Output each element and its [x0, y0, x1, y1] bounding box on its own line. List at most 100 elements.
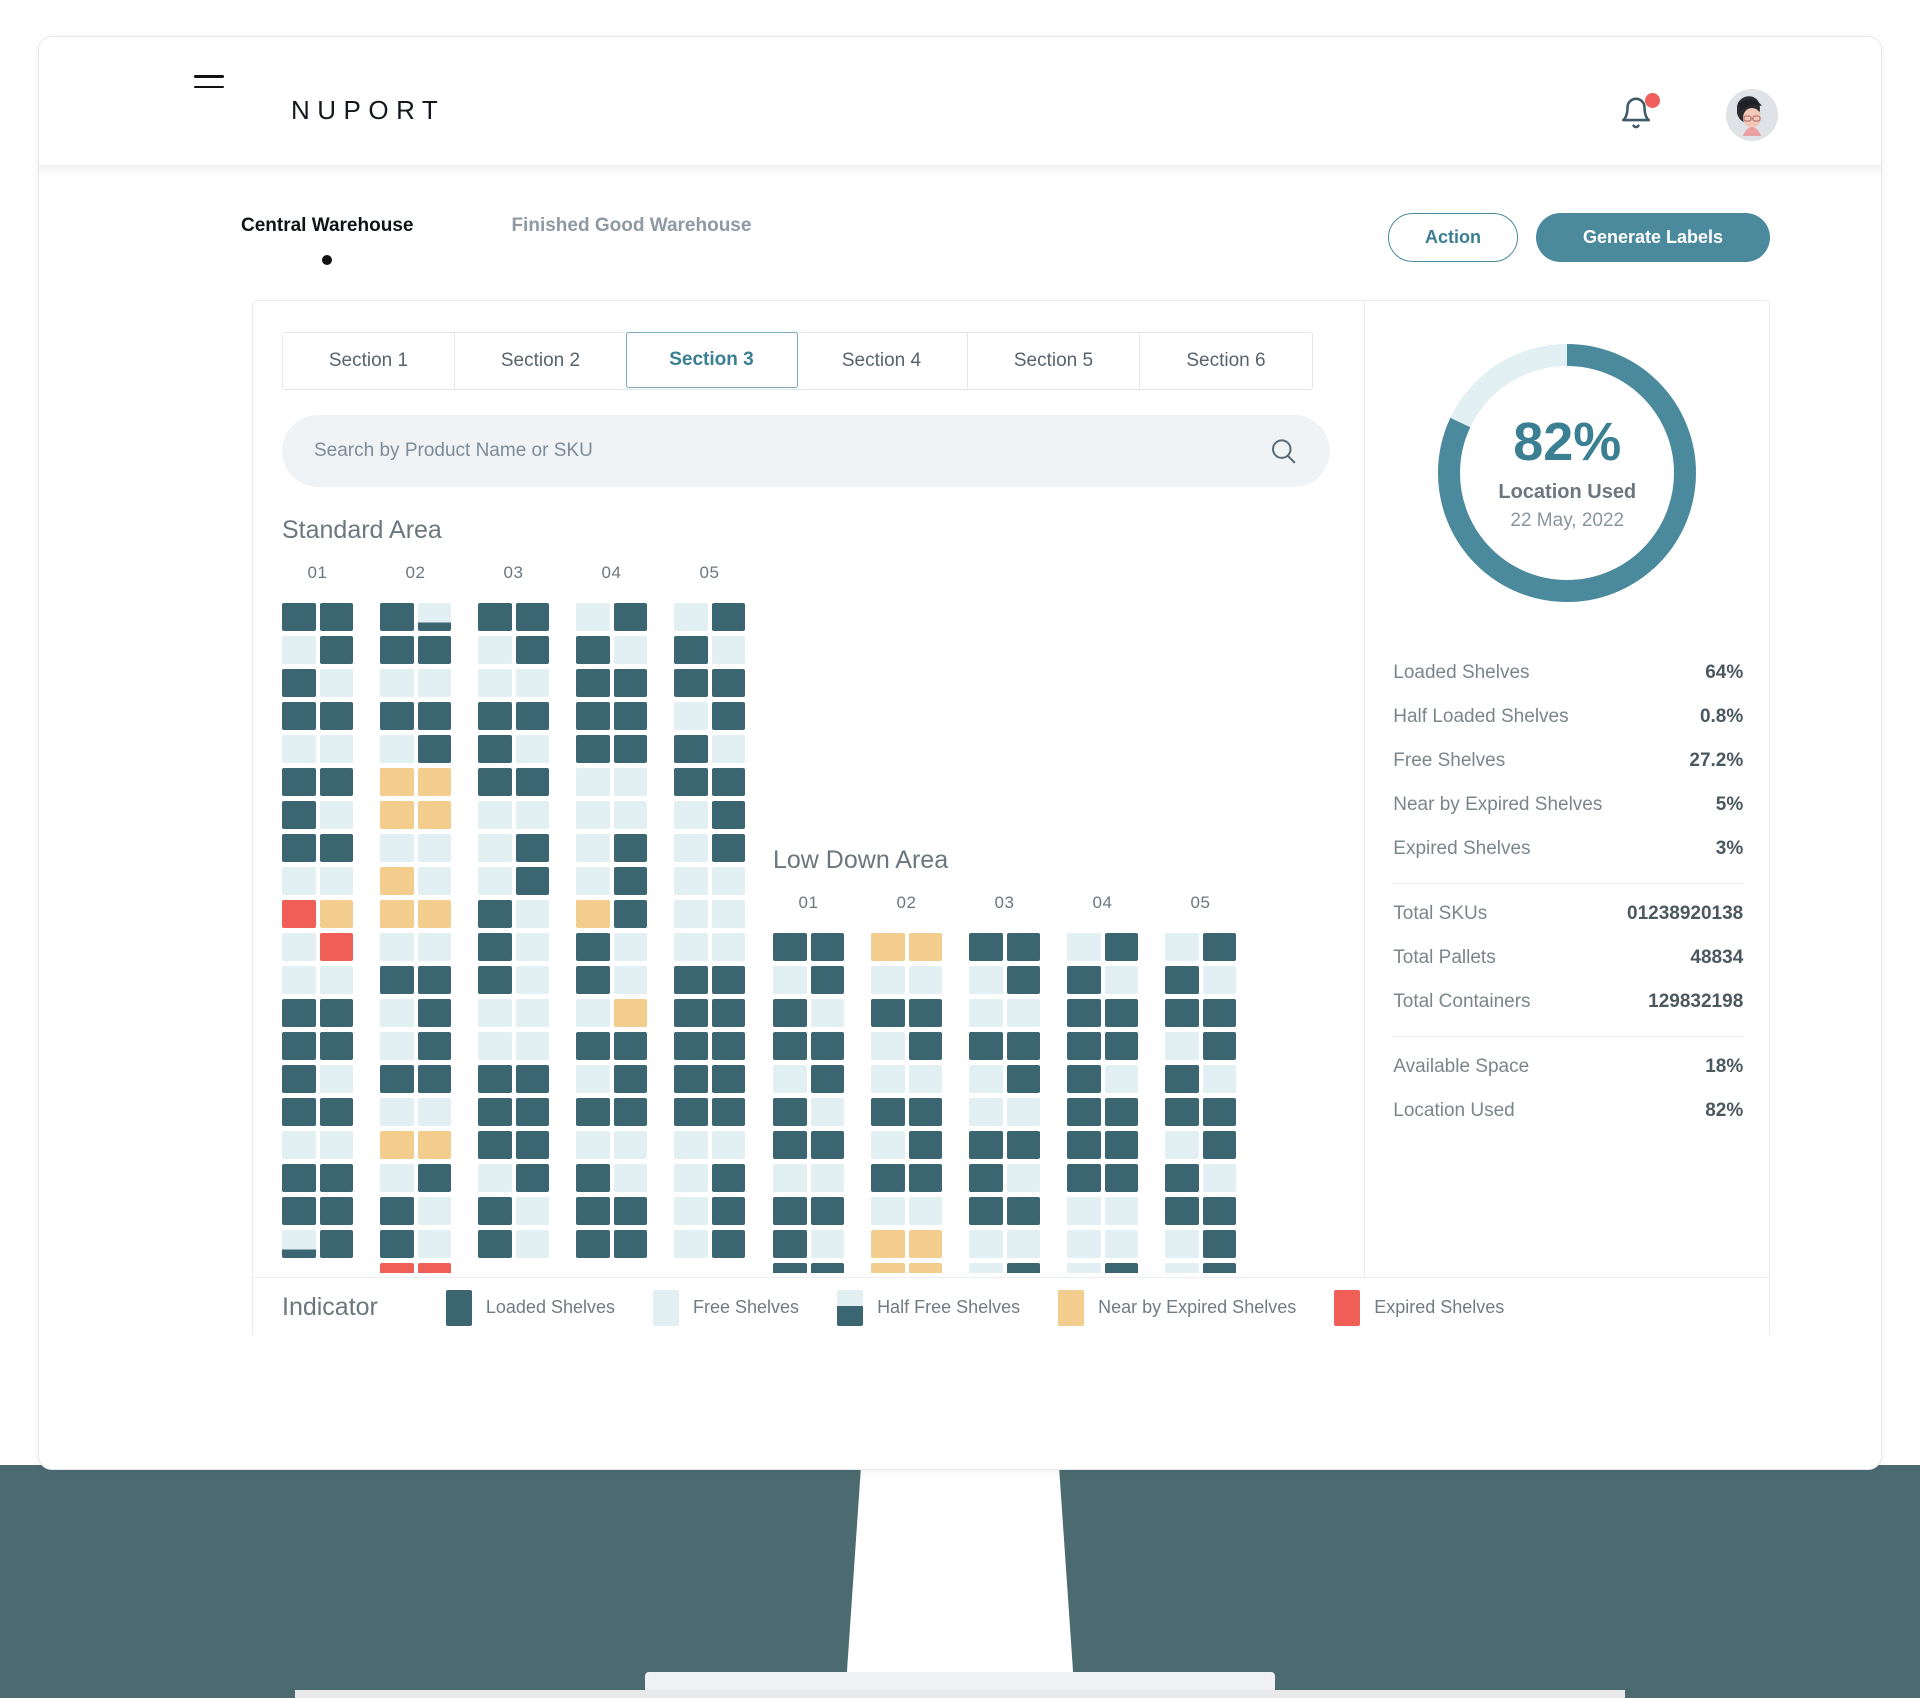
shelf-cell-near[interactable]	[908, 1263, 942, 1273]
shelf-cell-loaded[interactable]	[1202, 999, 1236, 1027]
shelf-cell-loaded[interactable]	[773, 933, 807, 961]
shelf-cell-near[interactable]	[871, 1263, 905, 1273]
shelf-cell-free[interactable]	[969, 1065, 1003, 1093]
shelf-cell-loaded[interactable]	[1104, 999, 1138, 1027]
shelf-cell-expired[interactable]	[319, 933, 353, 961]
shelf-cell-loaded[interactable]	[1067, 999, 1101, 1027]
shelf-cell-loaded[interactable]	[908, 1131, 942, 1159]
shelf-cell-free[interactable]	[515, 1197, 549, 1225]
shelf-cell-free[interactable]	[515, 999, 549, 1027]
shelf-cell-loaded[interactable]	[711, 1032, 745, 1060]
shelf-cell-loaded[interactable]	[1202, 1131, 1236, 1159]
shelf-cell-free[interactable]	[1006, 1098, 1040, 1126]
shelf-cell-expired[interactable]	[417, 1263, 451, 1273]
shelf-cell-loaded[interactable]	[674, 966, 708, 994]
shelf-cell-loaded[interactable]	[417, 1164, 451, 1192]
tab-section-3[interactable]: Section 3	[625, 331, 798, 388]
shelf-cell-free[interactable]	[282, 735, 316, 763]
shelf-cell-loaded[interactable]	[576, 702, 610, 730]
shelf-cell-free[interactable]	[417, 1197, 451, 1225]
shelf-cell-free[interactable]	[613, 933, 647, 961]
shelf-cell-loaded[interactable]	[515, 636, 549, 664]
shelf-cell-loaded[interactable]	[319, 1230, 353, 1258]
shelf-cell-near[interactable]	[871, 1230, 905, 1258]
shelf-cell-loaded[interactable]	[773, 1197, 807, 1225]
shelf-cell-free[interactable]	[417, 867, 451, 895]
shelf-cell-free[interactable]	[515, 669, 549, 697]
shelf-cell-free[interactable]	[613, 966, 647, 994]
shelf-cell-free[interactable]	[282, 867, 316, 895]
shelf-cell-loaded[interactable]	[810, 966, 844, 994]
shelf-cell-loaded[interactable]	[810, 1065, 844, 1093]
shelf-cell-loaded[interactable]	[478, 702, 512, 730]
shelf-cell-free[interactable]	[871, 966, 905, 994]
shelf-cell-loaded[interactable]	[478, 966, 512, 994]
shelf-cell-free[interactable]	[282, 933, 316, 961]
shelf-cell-loaded[interactable]	[711, 966, 745, 994]
shelf-cell-loaded[interactable]	[613, 1032, 647, 1060]
shelf-cell-free[interactable]	[576, 1131, 610, 1159]
shelf-cell-loaded[interactable]	[282, 702, 316, 730]
shelf-cell-free[interactable]	[674, 702, 708, 730]
shelf-cell-loaded[interactable]	[417, 702, 451, 730]
shelf-cell-free[interactable]	[515, 735, 549, 763]
avatar[interactable]	[1726, 89, 1778, 141]
shelf-cell-loaded[interactable]	[515, 1131, 549, 1159]
shelf-cell-loaded[interactable]	[282, 603, 316, 631]
shelf-cell-loaded[interactable]	[674, 669, 708, 697]
shelf-cell-loaded[interactable]	[319, 1164, 353, 1192]
shelf-cell-loaded[interactable]	[711, 1098, 745, 1126]
shelf-cell-loaded[interactable]	[1104, 1131, 1138, 1159]
shelf-cell-loaded[interactable]	[282, 1065, 316, 1093]
tab-section-4[interactable]: Section 4	[796, 333, 968, 389]
shelf-cell-loaded[interactable]	[515, 768, 549, 796]
shelf-cell-free[interactable]	[319, 1131, 353, 1159]
shelf-cell-free[interactable]	[1104, 966, 1138, 994]
shelf-cell-loaded[interactable]	[319, 702, 353, 730]
shelf-cell-free[interactable]	[1067, 1230, 1101, 1258]
shelf-cell-free[interactable]	[478, 1164, 512, 1192]
shelf-cell-loaded[interactable]	[576, 1197, 610, 1225]
shelf-cell-loaded[interactable]	[319, 603, 353, 631]
shelf-cell-free[interactable]	[515, 1230, 549, 1258]
shelf-cell-free[interactable]	[515, 801, 549, 829]
shelf-cell-loaded[interactable]	[319, 1032, 353, 1060]
shelf-cell-loaded[interactable]	[711, 1065, 745, 1093]
shelf-cell-free[interactable]	[380, 999, 414, 1027]
shelf-cell-free[interactable]	[613, 801, 647, 829]
shelf-cell-loaded[interactable]	[1067, 1164, 1101, 1192]
shelf-cell-loaded[interactable]	[773, 1032, 807, 1060]
shelf-cell-free[interactable]	[810, 1098, 844, 1126]
shelf-cell-loaded[interactable]	[1165, 1098, 1199, 1126]
shelf-cell-loaded[interactable]	[1006, 1032, 1040, 1060]
shelf-cell-free[interactable]	[810, 1164, 844, 1192]
shelf-cell-free[interactable]	[380, 669, 414, 697]
shelf-cell-free[interactable]	[674, 1230, 708, 1258]
shelf-cell-loaded[interactable]	[478, 1230, 512, 1258]
shelf-cell-free[interactable]	[1067, 933, 1101, 961]
shelf-cell-free[interactable]	[1006, 999, 1040, 1027]
shelf-cell-loaded[interactable]	[613, 867, 647, 895]
shelf-cell-loaded[interactable]	[1202, 1197, 1236, 1225]
shelf-cell-loaded[interactable]	[711, 702, 745, 730]
shelf-cell-near[interactable]	[380, 768, 414, 796]
shelf-cell-loaded[interactable]	[380, 702, 414, 730]
shelf-cell-free[interactable]	[417, 669, 451, 697]
shelf-cell-halfloaded[interactable]	[282, 1230, 316, 1258]
shelf-cell-expired[interactable]	[282, 900, 316, 928]
shelf-cell-free[interactable]	[576, 834, 610, 862]
shelf-cell-loaded[interactable]	[515, 603, 549, 631]
shelf-cell-free[interactable]	[1104, 1065, 1138, 1093]
shelf-cell-loaded[interactable]	[773, 1230, 807, 1258]
shelf-cell-free[interactable]	[478, 801, 512, 829]
shelf-cell-free[interactable]	[613, 1131, 647, 1159]
shelf-cell-free[interactable]	[711, 867, 745, 895]
shelf-cell-free[interactable]	[674, 834, 708, 862]
shelf-cell-loaded[interactable]	[871, 999, 905, 1027]
shelf-cell-free[interactable]	[1067, 1197, 1101, 1225]
search-input[interactable]	[314, 440, 1268, 462]
shelf-cell-near[interactable]	[417, 801, 451, 829]
shelf-cell-loaded[interactable]	[1067, 1065, 1101, 1093]
shelf-cell-free[interactable]	[1202, 1164, 1236, 1192]
shelf-cell-free[interactable]	[908, 1197, 942, 1225]
